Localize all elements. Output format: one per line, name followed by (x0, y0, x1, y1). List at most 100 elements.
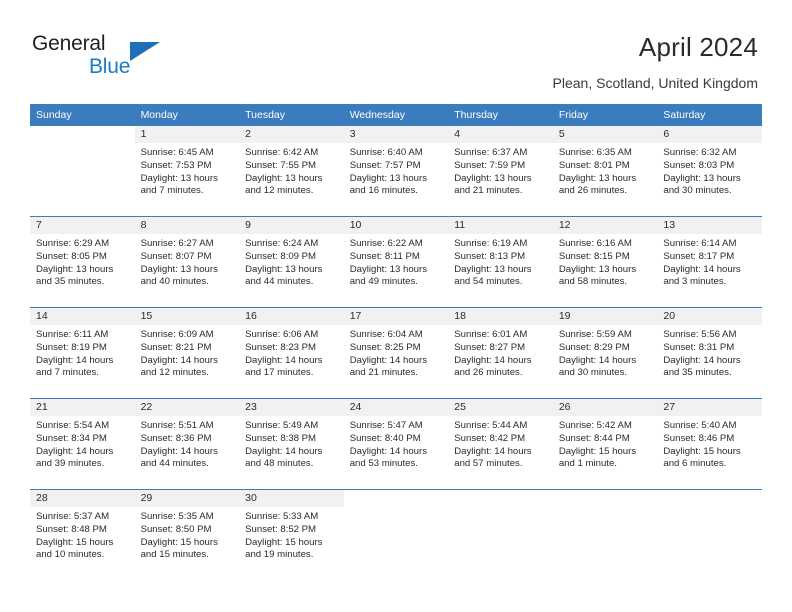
daylight-line-1: Daylight: 14 hours (140, 354, 218, 366)
day-cell-inner[interactable]: 26 Sunrise: 5:42 AM Sunset: 8:44 PM Dayligh… (552, 399, 658, 489)
daylight-line-2: and 17 minutes. (245, 367, 314, 379)
day-number: 27 (657, 399, 762, 416)
sunset-line: Sunset: 8:34 PM (36, 432, 107, 444)
daylight-line-1: Daylight: 14 hours (454, 445, 532, 457)
day-cell-inner[interactable]: 13 Sunrise: 6:14 AM Sunset: 8:17 PM Dayligh… (657, 217, 762, 307)
weekday-header-monday: Monday (134, 104, 240, 126)
daylight-line-2: and 57 minutes. (454, 458, 523, 470)
day-cell-inner[interactable]: 30 Sunrise: 5:33 AM Sunset: 8:52 PM Dayligh… (239, 490, 344, 580)
sunset-line: Sunset: 8:42 PM (454, 432, 526, 444)
day-cell-inner[interactable]: 8 Sunrise: 6:27 AM Sunset: 8:07 PM Daylight… (134, 217, 240, 307)
day-number: 28 (30, 490, 135, 507)
empty-cell-filler (30, 126, 135, 216)
sunrise-line: Sunrise: 5:54 AM (36, 420, 110, 431)
sunset-line: Sunset: 8:36 PM (140, 432, 212, 444)
daylight-line-2: and 12 minutes. (245, 185, 314, 197)
day-cell-inner[interactable]: 6 Sunrise: 6:32 AM Sunset: 8:03 PM Daylight… (657, 126, 762, 216)
daylight-line-1: Daylight: 14 hours (245, 354, 323, 366)
daylight-line-1: Daylight: 13 hours (245, 263, 323, 275)
day-cell-inner[interactable]: 1 Sunrise: 6:45 AM Sunset: 7:53 PM Daylight… (134, 126, 240, 216)
day-number: 26 (552, 399, 658, 416)
empty-cell-filler (343, 490, 449, 580)
day-sun-info: Sunrise: 6:11 AM Sunset: 8:19 PM Daylight:… (30, 325, 135, 380)
calendar-day-cell: 5 Sunrise: 6:35 AM Sunset: 8:01 PM Daylight… (552, 126, 658, 217)
day-number: 23 (239, 399, 344, 416)
daylight-line-1: Daylight: 14 hours (36, 445, 114, 457)
day-cell-inner[interactable]: 14 Sunrise: 6:11 AM Sunset: 8:19 PM Dayligh… (30, 308, 135, 398)
day-sun-info: Sunrise: 6:22 AM Sunset: 8:11 PM Daylight:… (344, 234, 449, 289)
daylight-line-2: and 6 minutes. (663, 458, 727, 470)
sunset-line: Sunset: 8:09 PM (245, 250, 317, 262)
daylight-line-2: and 30 minutes. (558, 367, 628, 379)
day-cell-inner[interactable]: 23 Sunrise: 5:49 AM Sunset: 8:38 PM Dayligh… (239, 399, 344, 489)
day-cell-inner[interactable]: 15 Sunrise: 6:09 AM Sunset: 8:21 PM Dayligh… (134, 308, 240, 398)
day-cell-inner[interactable]: 3 Sunrise: 6:40 AM Sunset: 7:57 PM Daylight… (343, 126, 449, 216)
day-cell-inner[interactable]: 10 Sunrise: 6:22 AM Sunset: 8:11 PM Dayligh… (343, 217, 449, 307)
day-sun-info: Sunrise: 5:42 AM Sunset: 8:44 PM Daylight:… (553, 416, 658, 471)
day-cell-inner[interactable]: 19 Sunrise: 5:59 AM Sunset: 8:29 PM Dayligh… (552, 308, 658, 398)
daylight-line-1: Daylight: 14 hours (663, 354, 741, 366)
weekday-header-friday: Friday (552, 104, 658, 126)
calendar-day-cell: 21 Sunrise: 5:54 AM Sunset: 8:34 PM Dayligh… (30, 398, 135, 490)
day-cell-inner[interactable]: 20 Sunrise: 5:56 AM Sunset: 8:31 PM Dayligh… (657, 308, 762, 398)
calendar-day-cell: 22 Sunrise: 5:51 AM Sunset: 8:36 PM Dayligh… (134, 398, 240, 490)
sunrise-line: Sunrise: 6:24 AM (245, 238, 319, 249)
calendar-day-cell-empty (448, 489, 553, 580)
daylight-line-2: and 53 minutes. (349, 458, 418, 470)
day-cell-inner[interactable]: 11 Sunrise: 6:19 AM Sunset: 8:13 PM Dayligh… (448, 217, 553, 307)
calendar-day-cell-empty (30, 126, 135, 217)
day-cell-inner[interactable]: 28 Sunrise: 5:37 AM Sunset: 8:48 PM Dayligh… (30, 490, 135, 580)
calendar-body: 1 Sunrise: 6:45 AM Sunset: 7:53 PM Daylight… (30, 126, 762, 580)
day-cell-inner[interactable]: 24 Sunrise: 5:47 AM Sunset: 8:40 PM Dayligh… (343, 399, 449, 489)
daylight-line-1: Daylight: 14 hours (349, 445, 428, 457)
day-cell-inner[interactable]: 9 Sunrise: 6:24 AM Sunset: 8:09 PM Daylight… (239, 217, 344, 307)
daylight-line-2: and 3 minutes. (663, 276, 727, 288)
sunset-line: Sunset: 7:53 PM (140, 159, 212, 171)
day-number: 22 (134, 399, 240, 416)
logo-text-general: General (32, 32, 106, 55)
sunset-line: Sunset: 8:40 PM (349, 432, 421, 444)
daylight-line-1: Daylight: 14 hours (454, 354, 532, 366)
calendar-day-cell: 29 Sunrise: 5:35 AM Sunset: 8:50 PM Dayligh… (134, 489, 240, 580)
sunrise-line: Sunrise: 6:32 AM (663, 147, 737, 158)
sunrise-line: Sunrise: 5:40 AM (663, 420, 737, 431)
daylight-line-1: Daylight: 13 hours (558, 172, 637, 184)
day-cell-inner[interactable]: 18 Sunrise: 6:01 AM Sunset: 8:27 PM Dayligh… (448, 308, 553, 398)
day-cell-inner[interactable]: 17 Sunrise: 6:04 AM Sunset: 8:25 PM Dayligh… (343, 308, 449, 398)
day-cell-inner[interactable]: 16 Sunrise: 6:06 AM Sunset: 8:23 PM Dayligh… (239, 308, 344, 398)
calendar-week-row: 21 Sunrise: 5:54 AM Sunset: 8:34 PM Dayligh… (30, 398, 762, 490)
daylight-line-2: and 21 minutes. (349, 367, 418, 379)
day-sun-info: Sunrise: 6:29 AM Sunset: 8:05 PM Daylight:… (30, 234, 135, 289)
day-cell-inner[interactable]: 25 Sunrise: 5:44 AM Sunset: 8:42 PM Dayligh… (448, 399, 553, 489)
calendar-week-row: 14 Sunrise: 6:11 AM Sunset: 8:19 PM Dayligh… (30, 307, 762, 399)
weekday-header-row: Sunday Monday Tuesday Wednesday Thursday… (30, 104, 762, 126)
day-sun-info: Sunrise: 5:40 AM Sunset: 8:46 PM Daylight:… (657, 416, 762, 471)
daylight-line-2: and 12 minutes. (140, 367, 209, 379)
day-number: 21 (30, 399, 135, 416)
sunset-line: Sunset: 8:29 PM (558, 341, 630, 353)
calendar-day-cell: 6 Sunrise: 6:32 AM Sunset: 8:03 PM Daylight… (657, 126, 762, 217)
day-cell-inner[interactable]: 29 Sunrise: 5:35 AM Sunset: 8:50 PM Dayligh… (134, 490, 240, 580)
calendar-day-cell: 25 Sunrise: 5:44 AM Sunset: 8:42 PM Dayligh… (448, 398, 553, 490)
day-cell-inner[interactable]: 22 Sunrise: 5:51 AM Sunset: 8:36 PM Dayligh… (134, 399, 240, 489)
day-cell-inner[interactable]: 4 Sunrise: 6:37 AM Sunset: 7:59 PM Daylight… (448, 126, 553, 216)
calendar-week-row: 7 Sunrise: 6:29 AM Sunset: 8:05 PM Daylight… (30, 216, 762, 308)
day-number: 16 (239, 308, 344, 325)
weekday-header-wednesday: Wednesday (343, 104, 449, 126)
day-sun-info: Sunrise: 5:54 AM Sunset: 8:34 PM Daylight:… (30, 416, 135, 471)
day-cell-inner[interactable]: 2 Sunrise: 6:42 AM Sunset: 7:55 PM Daylight… (239, 126, 344, 216)
daylight-line-1: Daylight: 14 hours (140, 445, 218, 457)
sunset-line: Sunset: 8:50 PM (140, 523, 212, 535)
daylight-line-1: Daylight: 15 hours (663, 445, 741, 457)
calendar-day-cell: 3 Sunrise: 6:40 AM Sunset: 7:57 PM Daylight… (343, 126, 449, 217)
day-cell-inner[interactable]: 27 Sunrise: 5:40 AM Sunset: 8:46 PM Dayligh… (657, 399, 762, 489)
sunset-line: Sunset: 8:48 PM (36, 523, 107, 535)
day-cell-inner[interactable]: 5 Sunrise: 6:35 AM Sunset: 8:01 PM Daylight… (552, 126, 658, 216)
sunrise-line: Sunrise: 6:29 AM (36, 238, 110, 249)
day-cell-inner[interactable]: 21 Sunrise: 5:54 AM Sunset: 8:34 PM Dayligh… (30, 399, 135, 489)
day-cell-inner[interactable]: 12 Sunrise: 6:16 AM Sunset: 8:15 PM Dayligh… (552, 217, 658, 307)
day-sun-info: Sunrise: 6:16 AM Sunset: 8:15 PM Daylight:… (553, 234, 658, 289)
daylight-line-1: Daylight: 15 hours (558, 445, 637, 457)
sunrise-line: Sunrise: 6:14 AM (663, 238, 737, 249)
day-cell-inner[interactable]: 7 Sunrise: 6:29 AM Sunset: 8:05 PM Daylight… (30, 217, 135, 307)
